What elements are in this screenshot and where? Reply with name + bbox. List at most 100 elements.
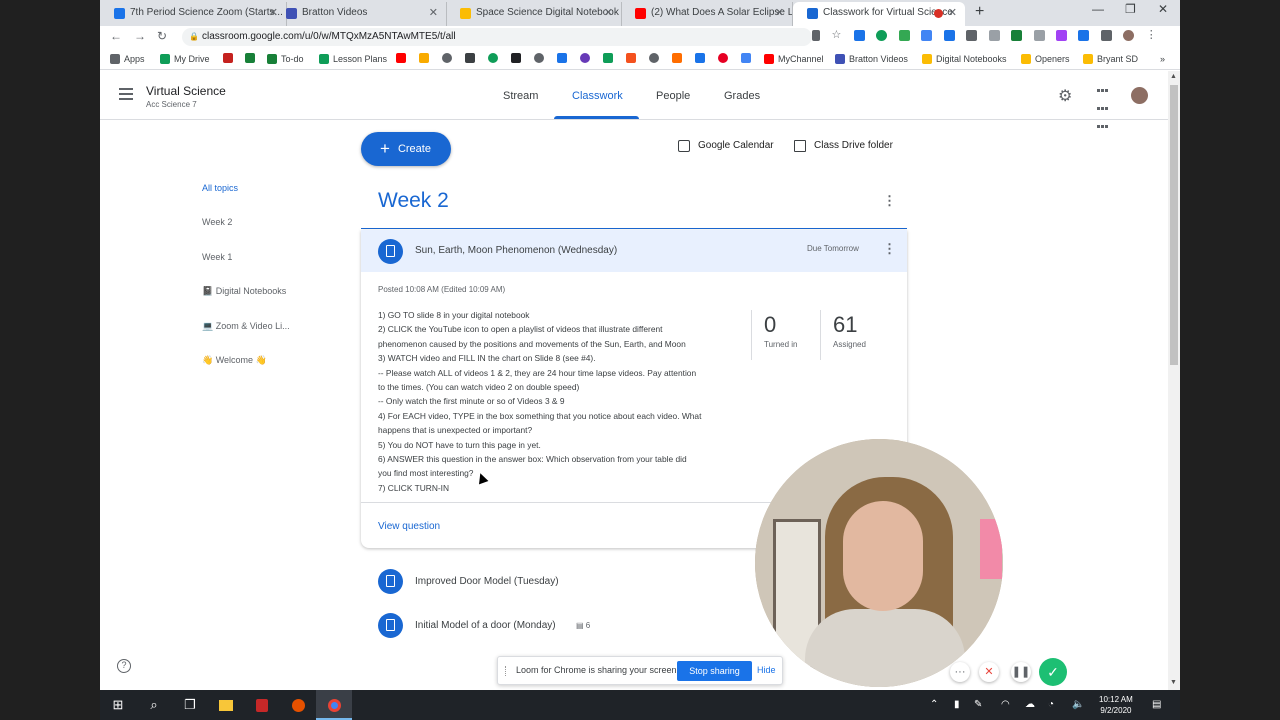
extension-icon[interactable] xyxy=(1033,30,1045,41)
bookmark-lesson-plans[interactable]: Lesson Plans xyxy=(319,53,387,65)
scrollbar-thumb[interactable] xyxy=(1170,85,1178,365)
chevron-up-icon[interactable]: ⌃ xyxy=(930,699,938,710)
back-icon[interactable]: ← xyxy=(110,29,122,43)
forward-icon[interactable]: → xyxy=(134,29,146,43)
class-name[interactable]: Virtual Science xyxy=(146,84,226,98)
windows-start-icon[interactable]: ⊞ xyxy=(100,690,136,720)
chrome-taskbar-icon[interactable] xyxy=(316,690,352,720)
restore-icon[interactable]: ❐ xyxy=(1125,2,1136,16)
bookmark-icon[interactable] xyxy=(649,53,659,63)
loom-more-icon[interactable]: ··· xyxy=(950,662,970,682)
extension-icon[interactable] xyxy=(1055,30,1067,41)
help-icon[interactable]: ? xyxy=(117,659,131,673)
tab-grades[interactable]: Grades xyxy=(724,90,760,102)
pen-icon[interactable]: ✎ xyxy=(974,699,982,710)
extension-icon[interactable] xyxy=(876,30,888,41)
create-button[interactable]: + Create xyxy=(361,132,451,166)
new-tab-icon[interactable]: + xyxy=(975,3,984,21)
pinterest-icon[interactable] xyxy=(718,53,728,63)
bookmark-mychannel[interactable]: MyChannel xyxy=(764,53,824,65)
wifi-icon[interactable]: ◔ xyxy=(1048,699,1054,710)
view-question-link[interactable]: View question xyxy=(378,521,440,532)
app-icon[interactable] xyxy=(280,690,316,720)
avatar[interactable] xyxy=(1131,87,1148,104)
topic-week-2[interactable]: Week 2 xyxy=(202,217,232,227)
extension-icon[interactable] xyxy=(921,30,933,41)
camera-icon[interactable] xyxy=(812,30,820,41)
loom-finish-icon[interactable]: ✓ xyxy=(1039,658,1067,686)
extension-icon[interactable] xyxy=(966,30,978,41)
stop-sharing-button[interactable]: Stop sharing xyxy=(677,661,752,681)
bookmark-apps[interactable]: Apps xyxy=(110,53,145,65)
antivirus-icon[interactable] xyxy=(244,690,280,720)
loom-pause-icon[interactable]: ❚❚ xyxy=(1011,662,1031,682)
bookmark-icon[interactable] xyxy=(695,53,705,63)
browser-tab[interactable]: (2) What Does A Solar Eclipse Lo... ✕ xyxy=(621,2,793,26)
bookmark-openers[interactable]: Openers xyxy=(1021,53,1070,65)
hide-button[interactable]: Hide xyxy=(757,665,776,675)
topic-all[interactable]: All topics xyxy=(202,183,238,193)
bookmark-digital-notebooks[interactable]: Digital Notebooks xyxy=(922,53,1007,65)
topic-welcome[interactable]: 👋 Welcome 👋 xyxy=(202,355,267,366)
bookmark-todo[interactable]: To-do xyxy=(267,53,304,65)
topic-zoom-video-links[interactable]: 💻 Zoom & Video Li... xyxy=(202,321,290,332)
menu-dots-icon[interactable]: ⋮ xyxy=(1146,30,1157,41)
gmail-icon[interactable] xyxy=(223,53,233,63)
google-calendar-link[interactable]: Google Calendar xyxy=(678,140,774,152)
extension-icon[interactable] xyxy=(853,30,865,41)
browser-tab[interactable]: 7th Period Science Zoom (Starts... ✕ xyxy=(100,2,287,26)
tab-people[interactable]: People xyxy=(656,90,690,102)
close-tab-icon[interactable]: ✕ xyxy=(948,2,957,24)
bookmark-icon[interactable] xyxy=(626,53,636,63)
class-drive-folder-link[interactable]: Class Drive folder xyxy=(794,140,893,152)
task-view-icon[interactable]: ❐ xyxy=(172,690,208,720)
main-menu-icon[interactable] xyxy=(119,88,133,100)
loom-cancel-icon[interactable]: ✕ xyxy=(979,662,999,682)
cloud-icon[interactable]: ☁ xyxy=(1025,699,1035,710)
assignment-more-icon[interactable]: ⋮ xyxy=(883,242,896,255)
bookmark-bryant-sd[interactable]: Bryant SD xyxy=(1083,53,1138,65)
topic-more-icon[interactable]: ⋮ xyxy=(883,194,896,207)
assignment-title[interactable]: Initial Model of a door (Monday) xyxy=(415,620,556,631)
youtube-icon[interactable] xyxy=(396,53,406,63)
bookmark-icon[interactable] xyxy=(741,53,751,63)
tab-classwork[interactable]: Classwork xyxy=(572,90,623,102)
more-bookmarks-icon[interactable]: » xyxy=(1160,53,1165,65)
topic-week-1[interactable]: Week 1 xyxy=(202,252,232,262)
bookmark-icon[interactable] xyxy=(419,53,429,63)
extension-icon[interactable] xyxy=(898,30,910,41)
bookmark-my-drive[interactable]: My Drive xyxy=(160,53,210,65)
bookmark-icon[interactable] xyxy=(511,53,521,63)
turned-in-count[interactable]: 0 xyxy=(764,312,776,338)
assigned-count[interactable]: 61 xyxy=(833,312,857,338)
file-explorer-icon[interactable] xyxy=(208,690,244,720)
system-clock[interactable]: 10:12 AM 9/2/2020 xyxy=(1099,694,1133,716)
assignment-title[interactable]: Improved Door Model (Tuesday) xyxy=(415,576,559,587)
bookmark-icon[interactable] xyxy=(465,53,475,63)
close-tab-icon[interactable]: ✕ xyxy=(604,2,613,24)
bookmark-icon[interactable] xyxy=(672,53,682,63)
loom-webcam-bubble[interactable] xyxy=(755,439,1003,687)
assignment-title[interactable]: Sun, Earth, Moon Phenomenon (Wednesday) xyxy=(415,245,617,256)
bookmark-icon[interactable] xyxy=(603,53,613,63)
bookmark-bratton-videos[interactable]: Bratton Videos xyxy=(835,53,908,65)
assignment-header[interactable]: Sun, Earth, Moon Phenomenon (Wednesday) … xyxy=(361,230,907,272)
minimize-icon[interactable]: — xyxy=(1092,2,1104,16)
puzzle-icon[interactable] xyxy=(1100,30,1112,41)
bookmark-icon[interactable] xyxy=(534,53,544,63)
bookmark-icon[interactable] xyxy=(442,53,452,63)
extension-icon[interactable] xyxy=(988,30,1000,41)
google-apps-icon[interactable] xyxy=(1097,89,1109,128)
browser-tab[interactable]: Space Science Digital Notebook ✕ xyxy=(446,2,622,26)
topic-digital-notebooks[interactable]: 📓 Digital Notebooks xyxy=(202,286,286,297)
settings-gear-icon[interactable]: ⚙ xyxy=(1058,86,1072,106)
tab-stream[interactable]: Stream xyxy=(503,90,538,102)
reload-icon[interactable]: ↻ xyxy=(157,29,167,43)
network-icon[interactable]: ◠ xyxy=(1001,699,1010,710)
extension-icon[interactable] xyxy=(1011,30,1023,41)
extension-icon[interactable] xyxy=(943,30,955,41)
page-scrollbar[interactable]: ▲ ▼ xyxy=(1168,71,1180,690)
drag-handle-icon[interactable] xyxy=(505,666,507,676)
profile-avatar-icon[interactable] xyxy=(1123,30,1135,41)
close-tab-icon[interactable]: ✕ xyxy=(775,2,784,24)
